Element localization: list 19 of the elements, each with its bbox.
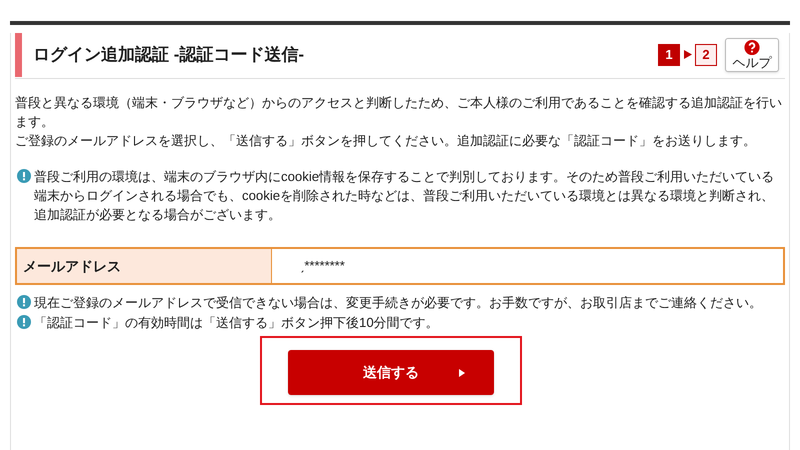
send-button[interactable]: 送信する [288,350,494,395]
page-title: ログイン追加認証 -認証コード送信- [33,44,306,66]
intro-text: ご登録のメールアドレスを選択し、「送信する」ボタンを押してください。追加認証に必要な「認証コード」をお送りします。 [15,132,757,150]
step-indicator: 2 [695,44,717,66]
step-indicator: 1 [658,44,680,66]
accent-bar [15,32,22,76]
note-text: 現在ご登録のメールアドレスで受信できない場合は、変更手続きが必要です。お手数ですが、お取引店までご連絡ください。 [34,294,762,312]
info-icon [17,315,31,329]
note-text: 普段ご利用の環境は、端末のブラウザ内にcookie情報を保存することで判別しております。そのため普段ご利用いただいている端末からログインされる場合でも、cookieを削除された時などは、普段ご利用いただいている環境とは異なる環境と判断され、追加認証が必要となる場合がございます。 [34,168,776,224]
help-icon [743,38,761,56]
info-icon [17,295,31,309]
arrow-icon [683,50,692,59]
help-button[interactable]: ヘルプ [725,38,779,72]
caret-icon [459,369,465,377]
field-label: メールアドレス [17,249,272,283]
info-icon [17,169,31,183]
email-value: ˏ******** [299,257,346,276]
note-text: 「認証コード」の有効時間は「送信する」ボタン押下後10分間です。 [34,314,439,332]
intro-text: 普段と異なる環境（端末・ブラウザなど）からのアクセスと判断したため、ご本人様のご利用であることを確認する追加認証を行います。 [15,94,783,131]
